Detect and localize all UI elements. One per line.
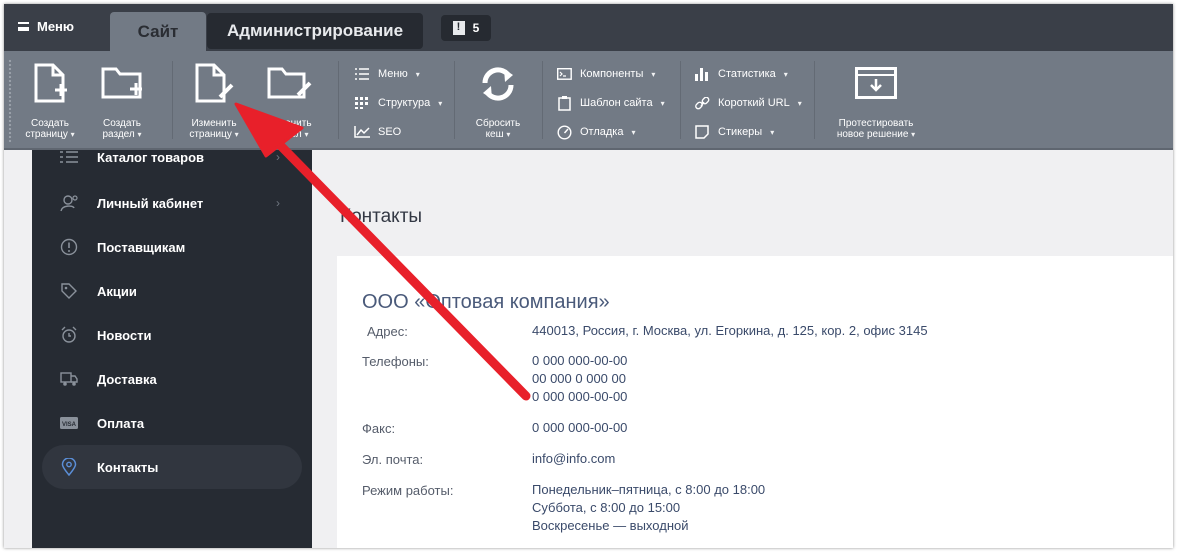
- download-window-icon: [855, 63, 897, 102]
- phones-list: 0 000 000-00-00 00 000 0 000 00 0 000 00…: [532, 352, 627, 406]
- hours-sunday: Воскресенье — выходной: [532, 518, 689, 533]
- create-section-button[interactable]: Создать раздел ▾: [90, 51, 154, 148]
- toolbar-seo-button[interactable]: SEO: [354, 123, 401, 141]
- test-new-solution-button[interactable]: Протестировать новое решение ▾: [824, 51, 928, 148]
- chevron-right-icon: ›: [276, 196, 280, 210]
- admin-topbar: Меню Сайт Администрирование 5: [4, 4, 1173, 52]
- company-name: ООО «Оптовая компания»: [362, 291, 610, 313]
- terminal-icon: [556, 67, 572, 81]
- create-page-button[interactable]: Создать страницу ▾: [18, 51, 82, 148]
- sticker-icon: [694, 125, 710, 139]
- alarm-icon: [60, 326, 78, 344]
- toolbar-divider: [814, 61, 815, 139]
- phones-label: Телефоны:: [362, 354, 429, 369]
- menu-button[interactable]: Меню: [18, 19, 74, 34]
- edit-section-icon: [266, 63, 312, 106]
- edit-section-button[interactable]: Изменить раздел ▾: [256, 51, 322, 148]
- reset-cache-label: Сбросить кеш ▾: [475, 118, 521, 140]
- toolbar-divider: [338, 61, 339, 139]
- sidebar-item-account[interactable]: Личный кабинет ›: [42, 181, 302, 225]
- fax-label: Факс:: [362, 421, 396, 436]
- truck-icon: [60, 370, 78, 388]
- clipboard-icon: [556, 95, 572, 111]
- toolbar-statistics-dropdown[interactable]: Статистика ▾: [694, 65, 788, 83]
- test-new-solution-label: Протестировать новое решение ▾: [836, 118, 916, 140]
- svg-text:VISA: VISA: [62, 422, 77, 428]
- create-page-icon: [33, 63, 67, 106]
- toolbar-divider: [454, 61, 455, 139]
- hamburger-icon: [18, 22, 29, 31]
- info-circle-icon: [60, 238, 78, 256]
- catalog-list-icon: [60, 148, 78, 166]
- toolbar-short-url-dropdown[interactable]: Короткий URL ▾: [694, 94, 802, 112]
- user-gear-icon: [60, 194, 78, 212]
- visa-icon: VISA: [60, 414, 78, 432]
- fax-value: 0 000 000-00-00: [532, 420, 628, 435]
- sidebar-item-contacts[interactable]: Контакты: [42, 445, 302, 489]
- sidebar-item-promotions[interactable]: Акции: [42, 269, 302, 313]
- sidebar: Каталог товаров › Личный кабинет › Поста…: [32, 150, 312, 548]
- toolbar-divider: [680, 61, 681, 139]
- browser-frame: Меню Сайт Администрирование 5 Создатьстр…: [4, 4, 1173, 548]
- toolbar-stickers-dropdown[interactable]: Стикеры ▾: [694, 123, 774, 141]
- sidebar-item-news[interactable]: Новости: [42, 313, 302, 357]
- bar-chart-icon: [694, 67, 710, 81]
- list-icon: [354, 67, 370, 81]
- toolbar-debug-dropdown[interactable]: Отладка ▾: [556, 123, 636, 141]
- toolbar-divider: [542, 61, 543, 139]
- email-link[interactable]: info@info.com: [532, 450, 615, 468]
- edit-page-icon: [194, 63, 234, 106]
- contacts-card: ООО «Оптовая компания» Адрес: 440013, Ро…: [337, 256, 1173, 548]
- hours-saturday: Суббота, с 8:00 до 15:00: [532, 500, 681, 515]
- page-title: Контакты: [340, 206, 423, 227]
- refresh-icon: [477, 63, 519, 108]
- toolbar-template-dropdown[interactable]: Шаблон сайта ▾: [556, 94, 665, 112]
- tab-administration[interactable]: Администрирование: [207, 13, 423, 49]
- gauge-icon: [556, 124, 572, 140]
- chevron-right-icon: ›: [276, 150, 280, 164]
- link-icon: [694, 96, 710, 110]
- phone-2[interactable]: 00 000 0 000 00: [532, 370, 627, 388]
- phone-3[interactable]: 0 000 000-00-00: [532, 388, 627, 406]
- toolbar-components-dropdown[interactable]: Компоненты ▾: [556, 65, 655, 83]
- create-section-icon: [100, 63, 144, 106]
- sidebar-item-suppliers[interactable]: Поставщикам: [42, 225, 302, 269]
- address-value: 440013, Россия, г. Москва, ул. Егоркина,…: [532, 323, 928, 338]
- notifications-count: 5: [472, 21, 480, 35]
- hours-weekdays: Понедельник–пятница, с 8:00 до 18:00: [532, 482, 766, 497]
- sidebar-item-payment[interactable]: VISA Оплата: [42, 401, 302, 445]
- phone-1[interactable]: 0 000 000-00-00: [532, 352, 627, 370]
- hours-list: Понедельник–пятница, с 8:00 до 18:00 Суб…: [532, 481, 765, 535]
- toolbar-structure-dropdown[interactable]: Структура ▾: [354, 94, 442, 112]
- edit-page-button[interactable]: Изменить страницу ▾: [182, 51, 246, 148]
- tag-icon: [60, 282, 78, 300]
- sidebar-item-catalog[interactable]: Каталог товаров ›: [42, 135, 302, 179]
- chart-icon: [354, 125, 370, 139]
- notification-flag-icon: [452, 21, 465, 35]
- toolbar-menu-dropdown[interactable]: Меню ▾: [354, 65, 420, 83]
- toolbar-divider: [172, 61, 173, 139]
- menu-label: Меню: [37, 19, 75, 34]
- sidebar-item-delivery[interactable]: Доставка: [42, 357, 302, 401]
- grid-icon: [354, 96, 370, 110]
- notifications-button[interactable]: 5: [441, 15, 491, 41]
- email-label: Эл. почта:: [362, 452, 424, 467]
- address-label: Адрес:: [367, 324, 408, 339]
- tab-site[interactable]: Сайт: [110, 12, 206, 52]
- hours-label: Режим работы:: [362, 483, 454, 498]
- toolbar-grip-icon[interactable]: [8, 59, 13, 143]
- map-pin-icon: [60, 458, 78, 476]
- reset-cache-button[interactable]: Сбросить кеш ▾: [462, 51, 534, 148]
